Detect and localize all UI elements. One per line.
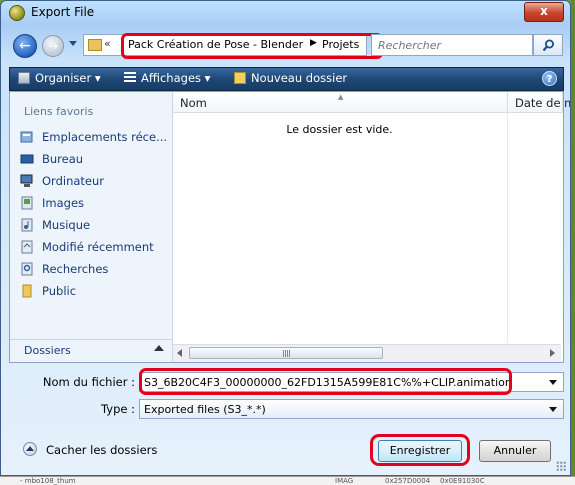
favorites-sidebar: Liens favoris Emplacements réce... Burea… — [10, 92, 173, 362]
file-type-select[interactable]: Exported files (S3_*.*) — [139, 399, 564, 419]
browser-pane: Liens favoris Emplacements réce... Burea… — [9, 91, 570, 363]
music-icon — [21, 218, 33, 232]
pictures-icon — [21, 196, 33, 210]
hide-folders-label: Cacher les dossiers — [46, 443, 158, 457]
address-bar[interactable]: « Pack Création de Pose - Blender ▶ Proj… — [83, 33, 383, 59]
computer-icon — [20, 174, 33, 187]
sidebar-item-computer[interactable]: Ordinateur — [18, 171, 168, 191]
forward-button[interactable]: → — [42, 35, 64, 57]
recently-changed-icon — [21, 240, 33, 254]
search-button[interactable] — [533, 34, 563, 56]
desktop-icon — [20, 154, 34, 164]
close-button[interactable]: x — [524, 2, 564, 22]
chevron-up-icon — [154, 345, 164, 351]
cancel-button[interactable]: Annuler — [479, 440, 551, 462]
background-window-edge — [571, 0, 575, 476]
public-folder-icon — [22, 284, 32, 298]
export-file-dialog: Export File x ← → « Pack Création de Pos… — [0, 0, 571, 476]
chevron-down-icon[interactable] — [549, 380, 557, 385]
type-label: Type : — [101, 402, 135, 416]
sidebar-item-searches[interactable]: Recherches — [18, 259, 168, 279]
annotation-highlight-address — [121, 33, 383, 59]
organize-icon — [18, 72, 30, 84]
folders-label: Dossiers — [24, 344, 71, 357]
grip-icon — [283, 350, 290, 357]
file-type-value: Exported files (S3_*.*) — [144, 403, 266, 416]
column-header-name[interactable]: Nom ▲ — [173, 92, 508, 113]
scrollbar-thumb[interactable] — [189, 347, 383, 359]
type-row: Type : Exported files (S3_*.*) — [9, 399, 564, 419]
back-button[interactable]: ← — [13, 34, 37, 58]
sidebar-item-desktop[interactable]: Bureau — [18, 149, 168, 169]
organize-menu[interactable]: Organiser ▾ — [18, 71, 101, 85]
column-header-date[interactable]: Date de m — [508, 92, 570, 113]
favorites-heading: Liens favoris — [24, 105, 94, 118]
views-icon — [124, 72, 136, 84]
history-dropdown-icon[interactable] — [69, 41, 77, 46]
recent-places-icon — [20, 131, 33, 143]
resize-grip-icon[interactable] — [556, 461, 566, 471]
annotation-highlight-filename — [139, 368, 512, 395]
column-divider — [507, 113, 508, 343]
sidebar-item-public[interactable]: Public — [18, 281, 168, 301]
search-icon — [542, 39, 554, 52]
breadcrumb-overflow-icon[interactable]: « — [104, 37, 111, 50]
empty-folder-message: Le dossier est vide. — [286, 123, 393, 136]
search-input[interactable] — [376, 38, 520, 53]
collapse-icon — [23, 442, 37, 456]
sidebar-item-pictures[interactable]: Images — [18, 193, 168, 213]
new-folder-icon — [234, 72, 246, 84]
filename-label: Nom du fichier : — [42, 375, 135, 389]
chevron-down-icon — [549, 407, 557, 412]
navigation-bar: ← → « Pack Création de Pose - Blender ▶ … — [9, 31, 564, 61]
file-list: Nom ▲ Date de m Le dossier est vide. — [173, 92, 570, 362]
blender-app-icon — [9, 5, 25, 21]
views-menu[interactable]: Affichages ▾ — [124, 71, 210, 85]
folders-toggle[interactable]: Dossiers — [10, 339, 172, 362]
sidebar-item-music[interactable]: Musique — [18, 215, 168, 235]
sidebar-item-recent-places[interactable]: Emplacements réce... — [18, 127, 168, 147]
save-button[interactable]: Enregistrer — [378, 440, 462, 462]
search-box[interactable] — [371, 34, 533, 56]
searches-icon — [21, 262, 33, 276]
scroll-right-icon[interactable] — [550, 349, 555, 357]
horizontal-scrollbar[interactable] — [173, 344, 561, 362]
folder-icon — [88, 39, 102, 51]
scroll-left-icon[interactable] — [177, 349, 182, 357]
command-toolbar: Organiser ▾ Affichages ▾ Nouveau dossier… — [9, 67, 564, 91]
sort-ascending-icon: ▲ — [338, 93, 344, 101]
title-bar: Export File x — [1, 1, 570, 25]
help-icon[interactable]: ? — [542, 71, 557, 86]
filename-row: Nom du fichier : S3_6B20C4F3_00000000_62… — [9, 368, 564, 395]
new-folder-button[interactable]: Nouveau dossier — [234, 71, 347, 85]
window-title: Export File — [31, 5, 95, 19]
sidebar-item-recently-changed[interactable]: Modifié récemment — [18, 237, 168, 257]
